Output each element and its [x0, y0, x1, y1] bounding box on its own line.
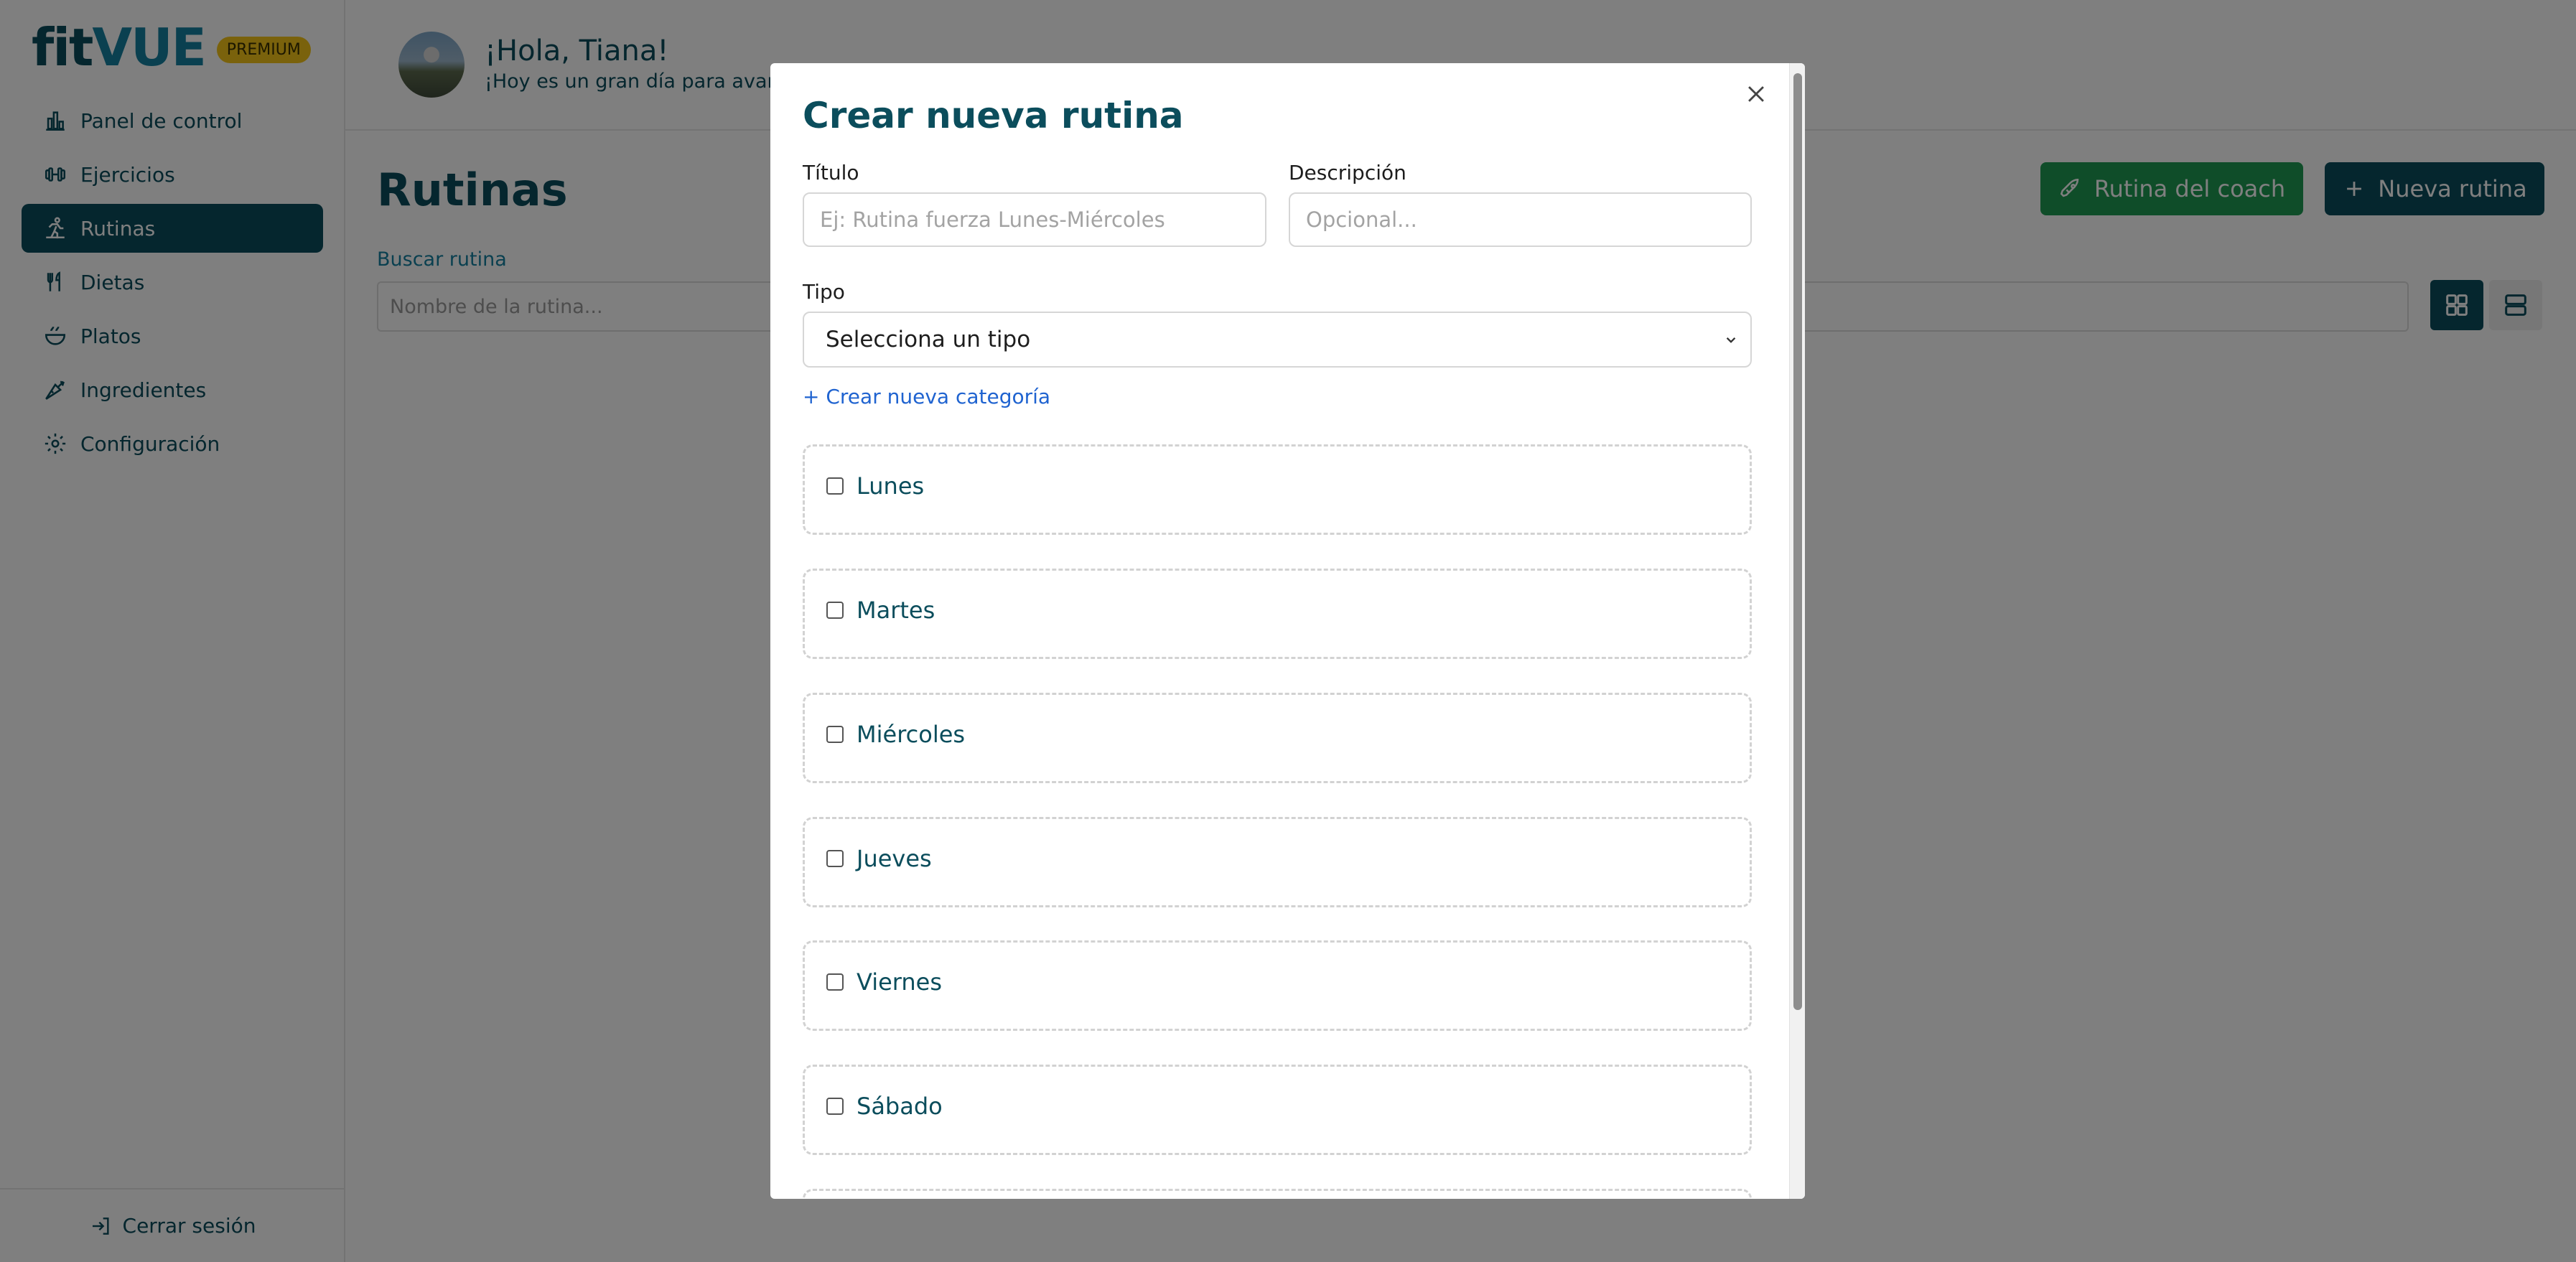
create-routine-modal: Crear nueva rutina Título Descripción Ti…: [770, 63, 1805, 1199]
description-field-label: Descripción: [1289, 161, 1406, 184]
day-checkbox[interactable]: [826, 850, 844, 867]
day-label[interactable]: Martes: [857, 597, 935, 624]
day-label[interactable]: Lunes: [857, 472, 924, 500]
type-select-value: Selecciona un tipo: [826, 327, 1031, 352]
day-card-jueves: Jueves: [803, 817, 1752, 907]
day-card-viernes: Viernes: [803, 940, 1752, 1031]
day-card-partial: [803, 1189, 1752, 1199]
day-card-lunes: Lunes: [803, 444, 1752, 535]
description-field[interactable]: [1289, 192, 1752, 247]
day-checkbox[interactable]: [826, 973, 844, 991]
day-checkbox[interactable]: [826, 602, 844, 619]
day-label[interactable]: Miércoles: [857, 721, 965, 748]
day-checkbox[interactable]: [826, 1098, 844, 1115]
day-label[interactable]: Viernes: [857, 968, 942, 996]
day-label[interactable]: Sábado: [857, 1093, 943, 1120]
close-icon: [1748, 86, 1764, 102]
day-card-martes: Martes: [803, 569, 1752, 659]
title-field-label: Título: [803, 161, 859, 184]
type-select[interactable]: Selecciona un tipo: [803, 312, 1752, 368]
day-label[interactable]: Jueves: [857, 845, 932, 872]
create-category-link[interactable]: + Crear nueva categoría: [803, 385, 1050, 408]
day-card-miercoles: Miércoles: [803, 693, 1752, 783]
close-button[interactable]: [1738, 76, 1774, 112]
chevron-down-icon: [1726, 337, 1736, 343]
scrollbar-thumb[interactable]: [1793, 73, 1802, 1010]
type-field-label: Tipo: [803, 280, 845, 304]
modal-scrollbar[interactable]: [1789, 63, 1805, 1199]
modal-title: Crear nueva rutina: [803, 95, 1184, 136]
title-field[interactable]: [803, 192, 1266, 247]
day-checkbox[interactable]: [826, 477, 844, 495]
day-card-sabado: Sábado: [803, 1065, 1752, 1155]
day-checkbox[interactable]: [826, 726, 844, 743]
